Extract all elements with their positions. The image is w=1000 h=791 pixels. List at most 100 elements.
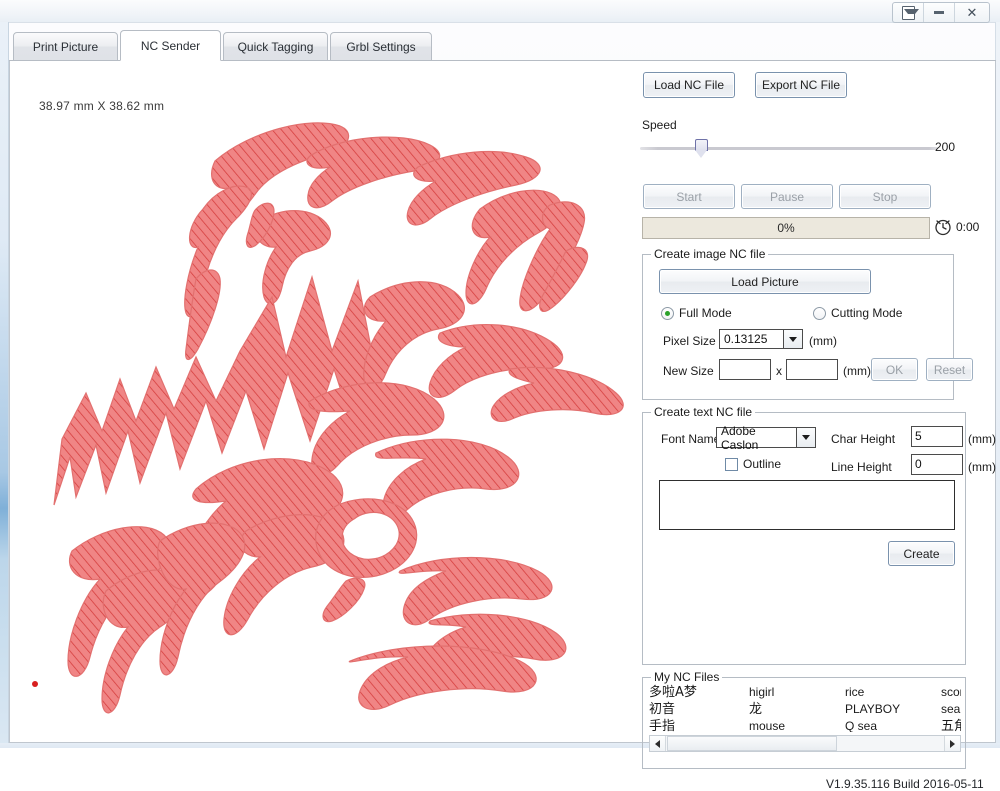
outline-checkbox[interactable]: Outline [725, 457, 781, 471]
reset-button[interactable]: Reset [926, 358, 973, 381]
nc-files-column: rice PLAYBOY Q sea [845, 684, 900, 732]
close-button[interactable]: ✕ [955, 3, 989, 22]
list-item[interactable]: rice [845, 684, 900, 701]
speed-slider-thumb[interactable] [695, 139, 708, 159]
nc-files-horizontal-scrollbar[interactable] [649, 735, 961, 752]
list-item[interactable]: 多啦A梦 [649, 684, 697, 701]
export-nc-file-button[interactable]: Export NC File [755, 72, 847, 98]
char-height-label: Char Height [831, 432, 895, 446]
list-item[interactable]: 手指 [649, 718, 697, 732]
new-size-width-input[interactable] [719, 359, 771, 380]
radio-unselected-icon [813, 307, 826, 320]
tab-nc-sender[interactable]: NC Sender [120, 30, 221, 61]
nc-files-column: higirl 龙 mouse [749, 684, 785, 732]
font-name-combo[interactable]: Adobe Caslon [716, 427, 816, 448]
nc-files-list[interactable]: 多啦A梦 初音 手指 higirl 龙 mouse rice PLAYBOY Q… [649, 684, 961, 732]
tab-label: Quick Tagging [238, 40, 314, 54]
minimize-button[interactable] [924, 3, 955, 22]
speed-slider-track[interactable] [640, 147, 938, 150]
radio-selected-icon [661, 307, 674, 320]
radio-cutting-mode[interactable]: Cutting Mode [813, 306, 902, 320]
list-item[interactable]: scorpi [941, 684, 961, 701]
progress-bar: 0% [642, 217, 930, 239]
pause-button[interactable]: Pause [741, 184, 833, 209]
chevron-down-icon[interactable] [783, 330, 802, 348]
speed-slider[interactable] [640, 139, 938, 157]
list-item[interactable]: higirl [749, 684, 785, 701]
text-content-textarea[interactable] [659, 480, 955, 530]
clock-icon [934, 218, 952, 236]
pixel-size-value: 0.13125 [720, 332, 783, 346]
scorpion-artwork: .sh{fill:url(#hatch);stroke:#e2706f;stro… [10, 101, 630, 741]
load-picture-button[interactable]: Load Picture [659, 269, 871, 294]
line-height-label: Line Height [831, 460, 892, 474]
pixel-size-combo[interactable]: 0.13125 [719, 329, 803, 349]
close-icon: ✕ [967, 5, 978, 21]
line-height-unit-label: (mm) [968, 460, 996, 474]
tab-label: Grbl Settings [346, 40, 415, 54]
speed-label: Speed [642, 118, 677, 132]
tab-grbl-settings[interactable]: Grbl Settings [330, 32, 432, 61]
checkbox-icon [725, 458, 738, 471]
group-title: Create text NC file [651, 405, 755, 419]
list-item[interactable]: mouse [749, 718, 785, 732]
group-title: My NC Files [651, 670, 722, 684]
triangle-left-icon [655, 740, 660, 748]
tab-label: Print Picture [33, 40, 98, 54]
tab-content-nc-sender: 38.97 mm X 38.62 mm .sh{fill:url(#hatch)… [9, 61, 996, 743]
chevron-down-icon[interactable] [796, 428, 815, 447]
scroll-right-button[interactable] [944, 736, 960, 751]
triangle-right-icon [950, 740, 955, 748]
minimize-icon [934, 11, 944, 14]
create-image-nc-group: Create image NC file Load Picture Full M… [642, 254, 954, 400]
ok-button[interactable]: OK [871, 358, 918, 381]
scroll-left-button[interactable] [650, 736, 666, 751]
create-text-nc-group: Create text NC file Font Name Adobe Casl… [642, 412, 966, 665]
my-nc-files-group: My NC Files 多啦A梦 初音 手指 higirl 龙 mouse ri… [642, 677, 966, 769]
progress-percent-label: 0% [777, 221, 794, 235]
group-title: Create image NC file [651, 247, 768, 261]
new-size-label: New Size [663, 364, 714, 378]
outline-label: Outline [743, 457, 781, 471]
radio-full-mode[interactable]: Full Mode [661, 306, 732, 320]
tab-label: NC Sender [141, 39, 200, 53]
restore-down-icon [902, 6, 915, 20]
tab-bar: Print Picture NC Sender Quick Tagging Gr… [9, 30, 996, 61]
font-name-value: Adobe Caslon [717, 424, 796, 452]
new-size-unit-label: (mm) [843, 364, 871, 378]
line-height-input[interactable]: 0 [911, 454, 963, 475]
list-item[interactable]: sea ro [941, 701, 961, 718]
char-height-unit-label: (mm) [968, 432, 996, 446]
control-panel: Load NC File Export NC File Speed 200 St… [630, 61, 996, 741]
nc-files-column: scorpi sea ro 五角星 [941, 684, 961, 732]
version-label: V1.9.35.116 Build 2016-05-11 [826, 777, 984, 791]
stop-button[interactable]: Stop [839, 184, 931, 209]
font-name-label: Font Name [661, 432, 720, 446]
mode-radio-group: Full Mode Cutting Mode [661, 306, 941, 322]
create-button[interactable]: Create [888, 541, 955, 566]
list-item[interactable]: 初音 [649, 701, 697, 718]
pixel-size-label: Pixel Size [663, 334, 716, 348]
tab-quick-tagging[interactable]: Quick Tagging [223, 32, 328, 61]
list-item[interactable]: PLAYBOY [845, 701, 900, 718]
list-item[interactable]: Q sea [845, 718, 900, 732]
restore-down-button[interactable] [893, 3, 924, 22]
speed-value-label: 200 [935, 140, 955, 154]
list-item[interactable]: 龙 [749, 701, 785, 718]
title-bar: ✕ [0, 0, 1000, 23]
window-frame-left [0, 22, 9, 748]
elapsed-time-label: 0:00 [956, 220, 979, 234]
nc-files-column: 多啦A梦 初音 手指 [649, 684, 697, 732]
tab-print-picture[interactable]: Print Picture [13, 32, 118, 61]
preview-canvas[interactable]: 38.97 mm X 38.62 mm .sh{fill:url(#hatch)… [10, 61, 630, 741]
new-size-separator-label: x [776, 364, 782, 378]
list-item[interactable]: 五角星 [941, 718, 961, 732]
char-height-input[interactable]: 5 [911, 426, 963, 447]
radio-label: Cutting Mode [831, 306, 902, 320]
new-size-height-input[interactable] [786, 359, 838, 380]
application-window: ✕ Print Picture NC Sender Quick Tagging … [0, 0, 1000, 748]
load-nc-file-button[interactable]: Load NC File [643, 72, 735, 98]
pixel-size-unit-label: (mm) [809, 334, 837, 348]
scrollbar-thumb[interactable] [667, 736, 837, 751]
start-button[interactable]: Start [643, 184, 735, 209]
